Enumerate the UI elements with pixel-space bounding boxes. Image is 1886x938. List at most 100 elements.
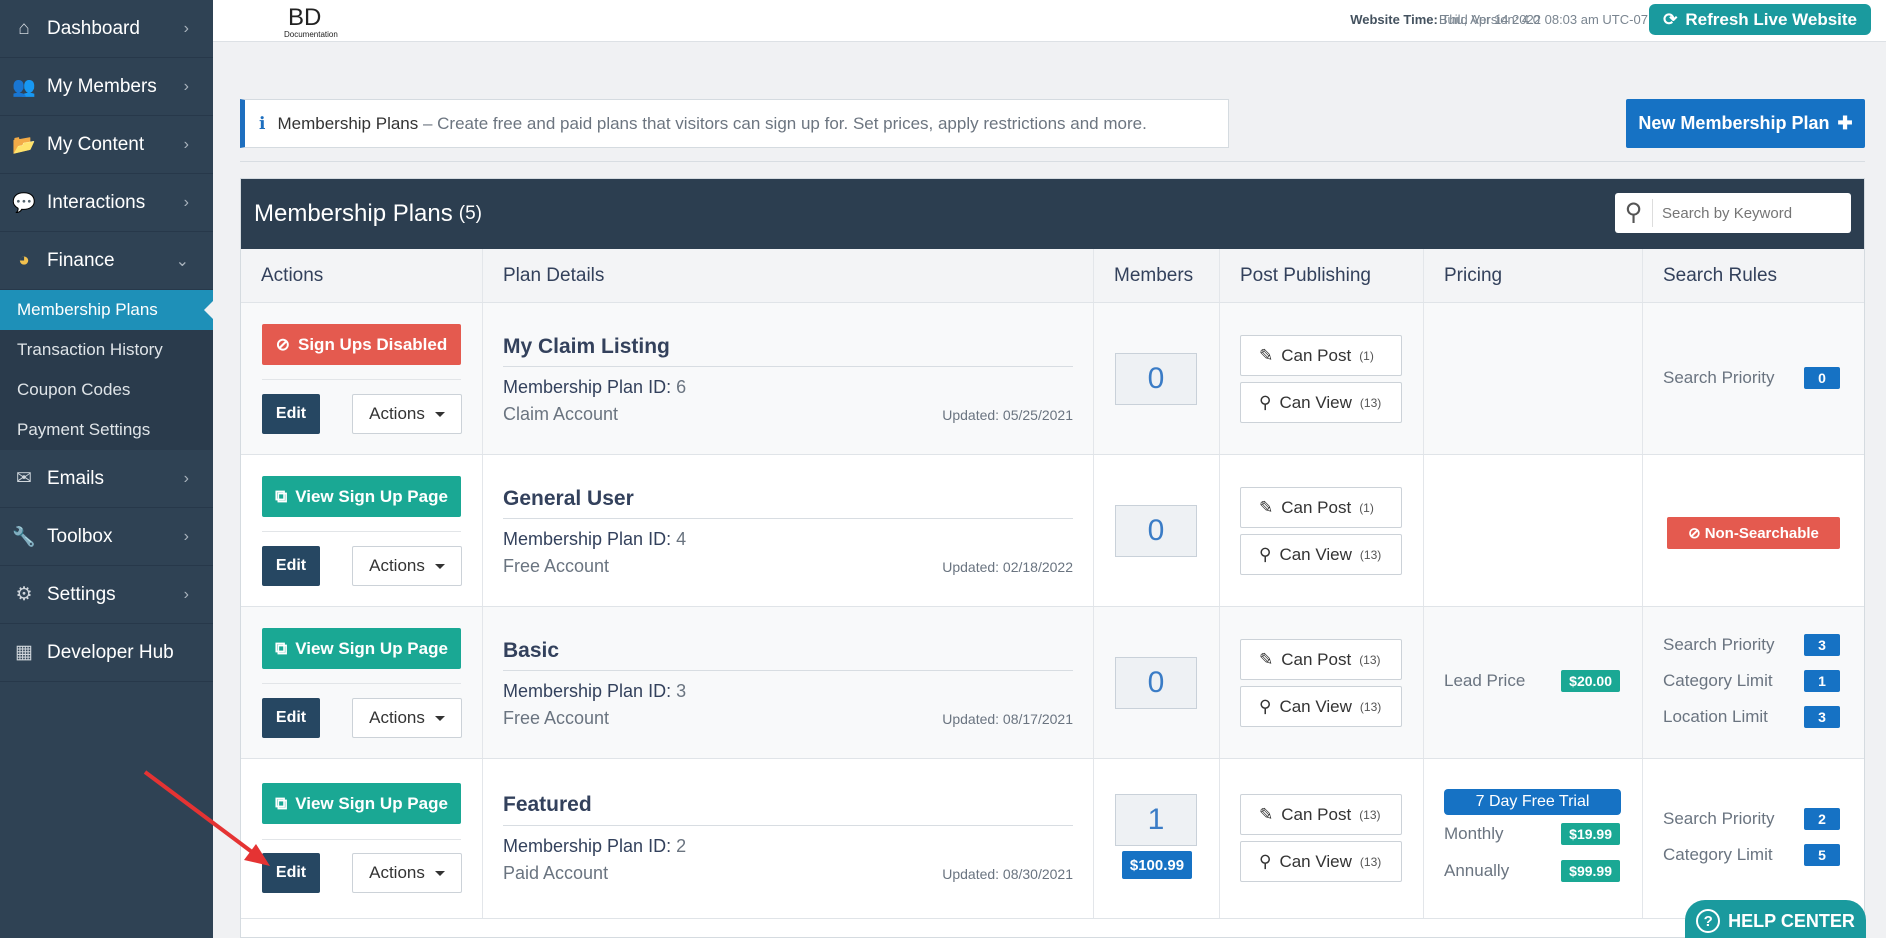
chevron-right-icon: ›: [183, 469, 189, 487]
nav-my-members[interactable]: 👥 My Members ›: [0, 58, 213, 116]
can-view-button[interactable]: ⚲ Can View (13): [1240, 382, 1402, 423]
wrench-icon: 🔧: [12, 526, 36, 548]
edit-icon: ✎: [1259, 345, 1274, 365]
member-count[interactable]: 0: [1115, 505, 1197, 557]
chevron-right-icon: ›: [183, 193, 189, 211]
member-revenue-badge: $100.99: [1122, 851, 1192, 879]
sidebar-item-payment-settings[interactable]: Payment Settings: [0, 410, 213, 450]
actions-dropdown[interactable]: Actions: [352, 853, 462, 893]
col-members: Members: [1094, 249, 1220, 302]
edit-icon: ✎: [1259, 497, 1274, 517]
chevron-right-icon: ›: [183, 77, 189, 95]
chevron-right-icon: ›: [183, 585, 189, 603]
actions-dropdown[interactable]: Actions: [352, 546, 462, 586]
edit-button[interactable]: Edit: [262, 698, 320, 738]
can-post-button[interactable]: ✎ Can Post (1): [1240, 335, 1402, 376]
actions-dropdown[interactable]: Actions: [352, 394, 462, 434]
can-post-button[interactable]: ✎ Can Post (13): [1240, 794, 1402, 835]
external-link-icon: ⧉: [275, 638, 288, 658]
pie-chart-icon: ◕: [18, 249, 30, 271]
caret-down-icon: [434, 563, 445, 569]
plan-id: Membership Plan ID: 2: [503, 836, 687, 856]
new-membership-plan-button[interactable]: New Membership Plan ✚: [1626, 99, 1865, 148]
can-view-button[interactable]: ⚲ Can View (13): [1240, 534, 1402, 575]
comments-icon: 💬: [12, 192, 36, 214]
ban-icon: ⊘: [1688, 525, 1701, 542]
search-icon: ⚲: [1259, 696, 1272, 716]
can-view-button[interactable]: ⚲ Can View (13): [1240, 686, 1402, 727]
edit-icon: ✎: [1259, 649, 1274, 669]
membership-plans-panel: Membership Plans (5) ⚲ Actions Plan Deta…: [240, 178, 1865, 938]
plan-updated: Updated: 02/18/2022: [942, 559, 1073, 575]
col-plan-details: Plan Details: [483, 249, 1094, 302]
search-rule: Search Priority 2: [1663, 808, 1840, 830]
table-row: ⊘ Sign Ups Disabled Edit Actions My Claim…: [241, 303, 1864, 455]
price-annually: Annually $99.99: [1444, 860, 1620, 882]
plan-name: Featured: [503, 793, 592, 816]
table-row: ⧉ View Sign Up Page Edit Actions General …: [241, 455, 1864, 607]
info-icon: ℹ: [259, 113, 266, 133]
can-post-button[interactable]: ✎ Can Post (1): [1240, 487, 1402, 528]
chevron-right-icon: ›: [183, 527, 189, 545]
plan-id: Membership Plan ID: 3: [503, 681, 687, 701]
plan-name: Basic: [503, 639, 560, 662]
edit-button[interactable]: Edit: [262, 546, 320, 586]
panel-header: Membership Plans (5) ⚲: [241, 179, 1864, 249]
view-sign-up-page-button[interactable]: ⧉ View Sign Up Page: [262, 628, 461, 669]
edit-button[interactable]: Edit: [262, 394, 320, 434]
search-box: ⚲: [1615, 193, 1851, 233]
can-post-button[interactable]: ✎ Can Post (13): [1240, 639, 1402, 680]
col-actions: Actions: [241, 249, 483, 302]
view-sign-up-page-button[interactable]: ⧉ View Sign Up Page: [262, 476, 461, 517]
sidebar-item-coupon-codes[interactable]: Coupon Codes: [0, 370, 213, 410]
info-text: – Create free and paid plans that visito…: [418, 113, 1147, 133]
nav-interactions[interactable]: 💬 Interactions ›: [0, 174, 213, 232]
question-icon: ?: [1696, 909, 1721, 933]
nav-dashboard[interactable]: ⌂ Dashboard ›: [0, 0, 213, 58]
plan-type: Paid Account: [503, 863, 609, 883]
external-link-icon: ⧉: [275, 486, 288, 506]
ban-icon: ⊘: [275, 334, 290, 354]
panel-title: Membership Plans: [254, 200, 453, 227]
nav-developer-hub[interactable]: ▦ Developer Hub: [0, 624, 213, 682]
search-rule: Search Priority 0: [1663, 367, 1840, 389]
search-icon: ⚲: [1615, 199, 1653, 227]
nav-my-content[interactable]: 📂 My Content ›: [0, 116, 213, 174]
actions-dropdown[interactable]: Actions: [352, 698, 462, 738]
sidebar: ⌂ Dashboard › 👥 My Members › 📂 My Content › 💬 I…: [0, 0, 214, 938]
sidebar-item-transaction-history[interactable]: Transaction History: [0, 330, 213, 370]
member-count[interactable]: 0: [1115, 353, 1197, 405]
sign-ups-disabled-button[interactable]: ⊘ Sign Ups Disabled: [262, 324, 461, 365]
nav-settings[interactable]: ⚙ Settings ›: [0, 566, 213, 624]
nav-toolbox[interactable]: 🔧 Toolbox ›: [0, 508, 213, 566]
search-rule: Category Limit 1: [1663, 670, 1840, 692]
plan-updated: Updated: 05/25/2021: [942, 407, 1073, 423]
nav-emails[interactable]: ✉ Emails ›: [0, 450, 213, 508]
view-sign-up-page-button[interactable]: ⧉ View Sign Up Page: [262, 783, 461, 824]
info-banner: ℹ Membership Plans – Create free and pai…: [240, 99, 1229, 148]
member-count[interactable]: 0: [1115, 657, 1197, 709]
nav-finance[interactable]: ◕ Finance ⌄: [0, 232, 213, 290]
logo[interactable]: BD Documentation: [268, 2, 403, 40]
refresh-live-website-button[interactable]: ⟳ Refresh Live Website: [1649, 4, 1871, 35]
plan-id: Membership Plan ID: 6: [503, 377, 687, 397]
col-search-rules: Search Rules: [1663, 264, 1778, 286]
help-center-button[interactable]: ? HELP CENTER: [1685, 900, 1866, 938]
info-title: Membership Plans: [277, 113, 419, 133]
caret-down-icon: [434, 411, 445, 417]
home-icon: ⌂: [18, 17, 30, 39]
can-view-button[interactable]: ⚲ Can View (13): [1240, 841, 1402, 882]
search-input[interactable]: [1653, 204, 1843, 222]
table-header: Actions Plan Details Members Post Publis…: [241, 249, 1864, 303]
plan-type: Claim Account: [503, 404, 619, 424]
plan-updated: Updated: 08/30/2021: [942, 866, 1073, 882]
edit-icon: ✎: [1259, 804, 1274, 824]
gear-icon: ⚙: [15, 584, 33, 605]
caret-down-icon: [434, 870, 445, 876]
plan-updated: Updated: 08/17/2021: [942, 711, 1073, 727]
edit-button[interactable]: Edit: [262, 853, 320, 893]
sidebar-item-membership-plans[interactable]: Membership Plans: [0, 290, 214, 330]
member-count[interactable]: 1: [1115, 794, 1197, 846]
lead-price: Lead Price $20.00: [1444, 670, 1620, 692]
non-searchable-badge: ⊘ Non-Searchable: [1667, 517, 1840, 549]
